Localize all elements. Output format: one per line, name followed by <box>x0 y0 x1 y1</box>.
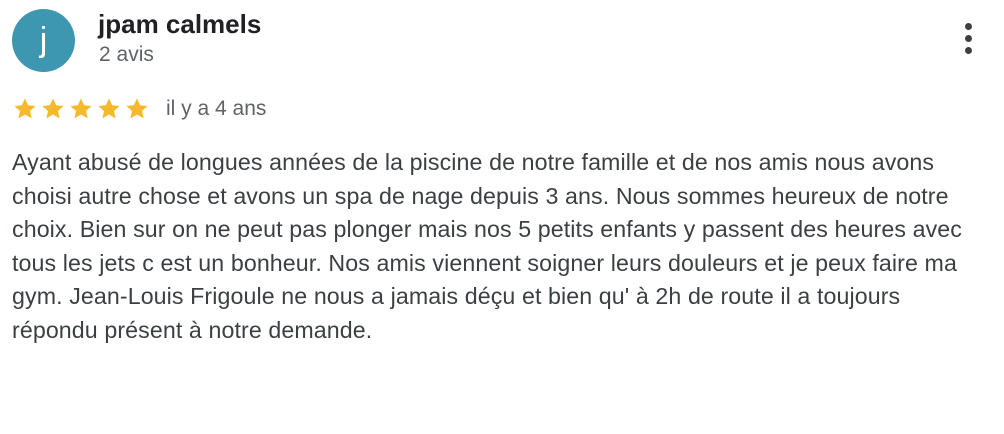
more-options-button[interactable] <box>952 16 984 60</box>
star-rating <box>12 96 150 122</box>
star-icon <box>40 96 66 122</box>
review-card: j jpam calmels 2 avis il y a 4 ans Ayant… <box>0 0 1004 434</box>
more-vert-icon <box>964 22 972 30</box>
more-vert-icon-dot <box>964 46 972 54</box>
rating-row: il y a 4 ans <box>12 94 266 124</box>
more-vert-icon-dot <box>964 34 972 42</box>
avatar-initial: j <box>39 21 48 59</box>
star-icon <box>96 96 122 122</box>
author-review-count: 2 avis <box>99 43 154 66</box>
star-icon <box>124 96 150 122</box>
review-text: Ayant abusé de longues années de la pisc… <box>12 149 962 343</box>
avatar[interactable]: j <box>12 9 75 72</box>
star-icon <box>12 96 38 122</box>
star-icon <box>68 96 94 122</box>
author-name[interactable]: jpam calmels <box>98 6 261 42</box>
review-date: il y a 4 ans <box>166 97 267 120</box>
